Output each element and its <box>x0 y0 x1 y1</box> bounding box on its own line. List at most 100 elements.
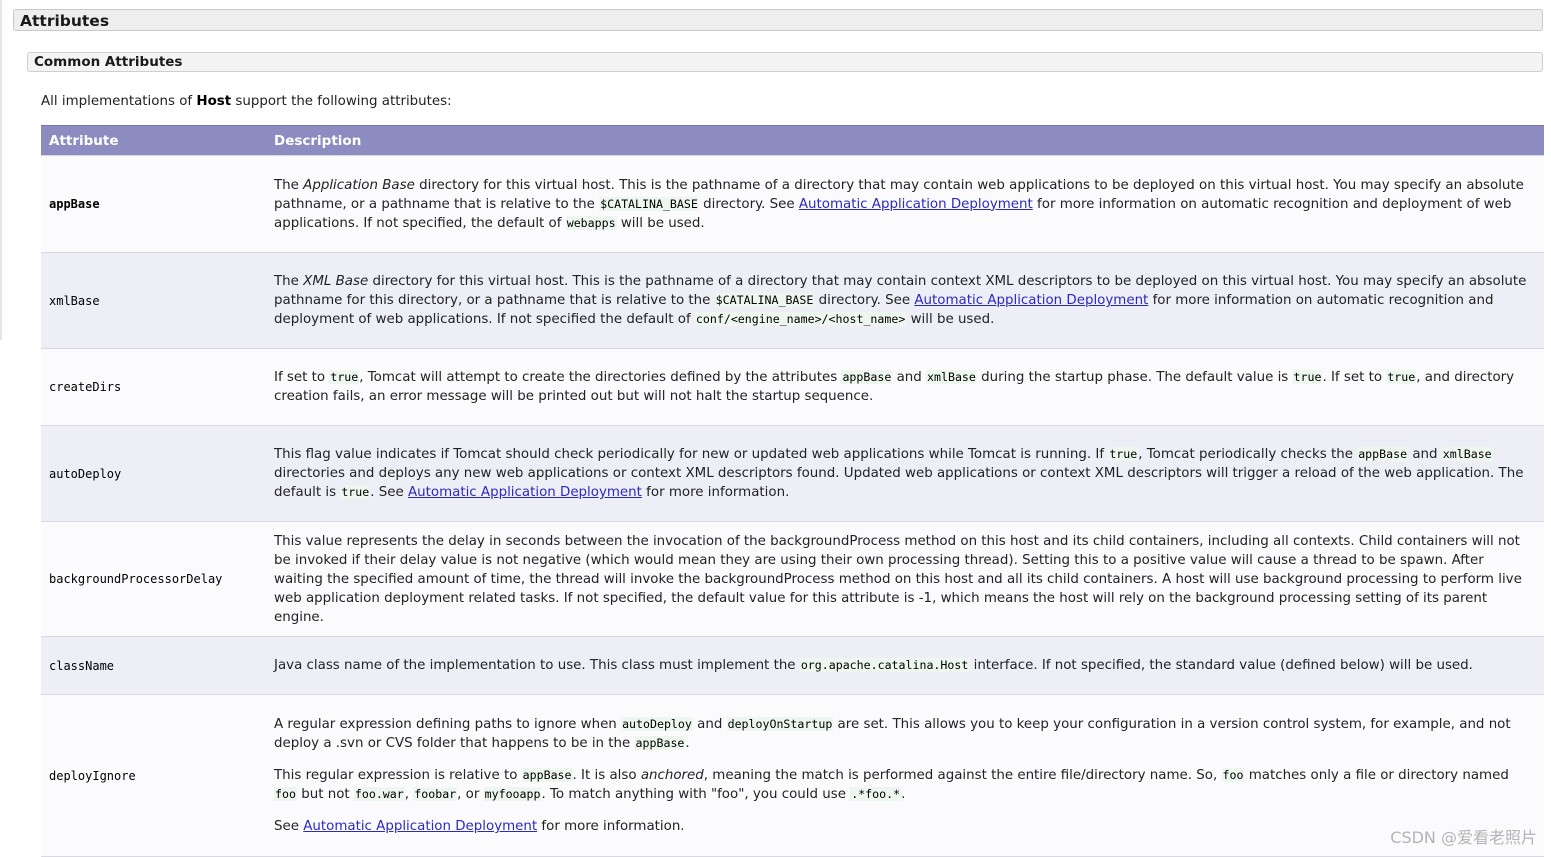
description-text: If set to <box>274 370 330 385</box>
attribute-name: createDirs <box>41 348 266 426</box>
attribute-description: A regular expression defining paths to i… <box>266 694 1544 857</box>
description-text: and <box>1408 447 1442 462</box>
column-header-description: Description <box>266 125 1544 156</box>
watermark: CSDN @爱看老照片 <box>1390 828 1537 847</box>
description-text: . If set to <box>1322 370 1387 385</box>
description-text: A regular expression defining paths to i… <box>274 717 622 732</box>
description-text: , Tomcat periodically checks the <box>1138 447 1358 462</box>
description-text: for more information. <box>641 485 790 500</box>
attribute-description: The XML Base directory for this virtual … <box>266 252 1544 349</box>
inline-code: webapps <box>565 215 617 230</box>
table-row: backgroundProcessorDelay This value repre… <box>41 521 1544 637</box>
inline-code: autoDeploy <box>621 717 693 731</box>
column-header-attribute: Attribute <box>41 125 266 156</box>
description-text: matches only a file or directory named <box>1244 768 1509 783</box>
table-row: appBase The Application Base directory fo… <box>41 155 1544 253</box>
inline-code: .*foo.* <box>850 787 902 801</box>
inline-code: $CATALINA_BASE <box>599 196 699 211</box>
inline-code: appBase <box>1357 447 1409 461</box>
description-text: . To match anything with "foo", you coul… <box>541 787 851 802</box>
description-text: The <box>274 274 304 289</box>
description-text: directory. See <box>698 196 799 212</box>
table-row: xmlBase The XML Base directory for this v… <box>41 252 1544 349</box>
inline-code: true <box>340 485 371 499</box>
intro-text: All implementations of Host support the … <box>41 92 452 112</box>
inline-code: true <box>1108 447 1139 461</box>
table-row: autoDeploy This flag value indicates if T… <box>41 425 1544 522</box>
description-text: Java class name of the implementation to… <box>274 658 800 673</box>
attribute-name: backgroundProcessorDelay <box>41 521 266 637</box>
inline-code: myfooapp <box>483 787 542 801</box>
automatic-deployment-link[interactable]: Automatic Application Deployment <box>303 819 537 834</box>
description-text: . It is also <box>572 768 641 783</box>
description-paragraph: This regular expression is relative to a… <box>274 766 1536 804</box>
emphasis-text: Application Base <box>303 177 415 193</box>
description-paragraph: The Application Base directory for this … <box>274 176 1536 233</box>
description-text: but not <box>296 787 354 802</box>
inline-code: appBase <box>521 768 573 782</box>
description-text: and <box>892 370 927 385</box>
intro-before: All implementations of <box>41 94 197 109</box>
table-row: createDirs If set to true, Tomcat will at… <box>41 348 1544 426</box>
description-text: will be used. <box>906 312 995 327</box>
inline-code: foo <box>274 787 297 801</box>
description-text: , Tomcat will attempt to create the dire… <box>359 370 842 385</box>
inline-code: xmlBase <box>926 370 977 384</box>
attribute-description: Java class name of the implementation to… <box>266 636 1544 695</box>
description-text: This regular expression is relative to <box>274 768 522 783</box>
attribute-name: appBase <box>41 155 266 253</box>
description-text: for more information. <box>537 819 685 834</box>
description-paragraph: If set to true, Tomcat will attempt to c… <box>274 368 1536 406</box>
table-row: deployIgnore A regular expression definin… <box>41 694 1544 857</box>
inline-code: appBase <box>634 736 686 750</box>
attribute-description: If set to true, Tomcat will attempt to c… <box>266 348 1544 426</box>
description-paragraph: This flag value indicates if Tomcat shou… <box>274 445 1536 502</box>
description-text: See <box>274 819 304 834</box>
automatic-deployment-link[interactable]: Automatic Application Deployment <box>408 485 642 500</box>
description-text: directory. See <box>814 293 915 308</box>
attribute-name: autoDeploy <box>41 425 266 522</box>
inline-code: true <box>329 370 360 384</box>
attribute-name: className <box>41 636 266 695</box>
page-left-edge <box>0 0 2 340</box>
automatic-deployment-link[interactable]: Automatic Application Deployment <box>799 197 1033 212</box>
inline-code: $CATALINA_BASE <box>714 293 815 307</box>
description-text: , <box>404 787 414 802</box>
attribute-description: This value represents the delay in secon… <box>266 521 1544 637</box>
inline-code: org.apache.catalina.Host <box>799 658 970 672</box>
description-paragraph: A regular expression defining paths to i… <box>274 715 1536 753</box>
inline-code: appBase <box>841 370 893 384</box>
emphasis-text: XML Base <box>303 274 369 289</box>
section-title-attributes: Attributes <box>13 9 1543 31</box>
attribute-name: xmlBase <box>41 252 266 349</box>
attributes-table: Attribute Description appBase The Applica… <box>41 125 1544 857</box>
description-text: This flag value indicates if Tomcat shou… <box>274 447 1109 462</box>
inline-code: conf/<engine_name>/<host_name> <box>694 312 907 326</box>
description-text: This value represents the delay in secon… <box>274 533 1522 625</box>
inline-code: true <box>1292 370 1323 384</box>
inline-code: xmlBase <box>1441 447 1493 461</box>
description-text: The <box>274 177 304 193</box>
description-paragraph: This value represents the delay in secon… <box>274 532 1536 627</box>
description-text: , meaning the match is performed against… <box>703 768 1222 783</box>
table-header-row: Attribute Description <box>41 125 1544 156</box>
emphasis-text: anchored <box>640 768 704 783</box>
intro-host-name: Host <box>196 94 232 109</box>
description-paragraph: The XML Base directory for this virtual … <box>274 272 1536 329</box>
attribute-description: This flag value indicates if Tomcat shou… <box>266 425 1544 522</box>
intro-after: support the following attributes: <box>231 94 452 109</box>
description-text: . <box>685 736 690 751</box>
description-text: will be used. <box>616 215 705 231</box>
description-text: and <box>692 717 727 732</box>
inline-code: foobar <box>413 787 458 801</box>
description-paragraph: See Automatic Application Deployment for… <box>274 817 1536 836</box>
automatic-deployment-link[interactable]: Automatic Application Deployment <box>914 293 1148 308</box>
table-row: className Java class name of the implemen… <box>41 636 1544 695</box>
description-text: . <box>901 787 906 802</box>
description-text: interface. If not specified, the standar… <box>969 658 1473 673</box>
attribute-description: The Application Base directory for this … <box>266 155 1544 253</box>
inline-code: foo.war <box>353 787 405 801</box>
subsection-title-common-attributes: Common Attributes <box>27 52 1543 72</box>
description-paragraph: Java class name of the implementation to… <box>274 656 1536 675</box>
description-text: during the startup phase. The default va… <box>976 370 1293 385</box>
